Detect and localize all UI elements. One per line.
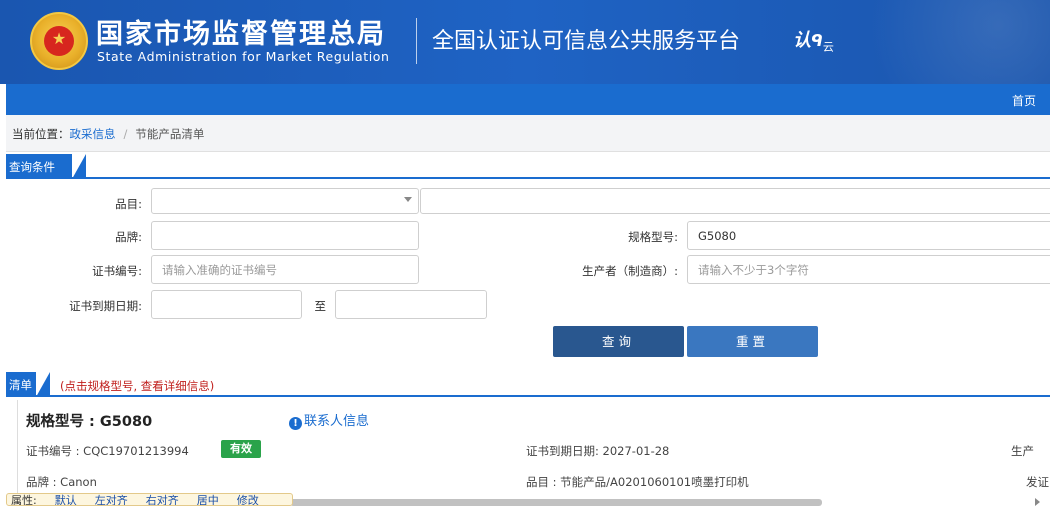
- breadcrumb-link-gov-procurement[interactable]: 政采信息: [70, 127, 116, 141]
- model-label: 规格型号:: [628, 230, 678, 244]
- scroll-right-icon[interactable]: [1035, 498, 1040, 506]
- brand-input[interactable]: [151, 221, 419, 250]
- reset-button[interactable]: 重置: [687, 326, 818, 357]
- toolbar-default[interactable]: 默认: [55, 494, 77, 505]
- org-name-en: State Administration for Market Regulati…: [97, 49, 390, 64]
- nav-bar: 首页: [6, 84, 1050, 115]
- cert-no-value: 证书编号 : CQC19701213994: [26, 444, 189, 458]
- info-icon: !: [289, 417, 302, 430]
- category-select[interactable]: [151, 188, 419, 214]
- list-section-header: 清单 (点击规格型号, 查看详细信息): [6, 372, 1050, 397]
- contact-info-link[interactable]: ! 联系人信息: [289, 410, 369, 430]
- expiry-from-input[interactable]: [151, 290, 302, 319]
- query-section-header: 查询条件: [6, 154, 1050, 179]
- status-badge: 有效: [221, 440, 261, 458]
- breadcrumb-current: 节能产品清单: [135, 127, 205, 141]
- toolbar-edit[interactable]: 修改: [237, 494, 259, 505]
- brand-value: 品牌 : Canon: [26, 475, 97, 489]
- cert-no-input[interactable]: [151, 255, 419, 284]
- list-section-note: (点击规格型号, 查看详细信息): [60, 379, 215, 393]
- producer-input[interactable]: [687, 255, 1050, 284]
- emblem-star-icon: ★: [51, 29, 67, 48]
- query-section-title: 查询条件: [6, 154, 86, 179]
- site-header: ★ 国家市场监督管理总局 State Administration for Ma…: [0, 0, 1050, 84]
- chevron-down-icon: [404, 197, 412, 202]
- platform-title: 全国认证认可信息公共服务平台: [432, 29, 741, 54]
- national-emblem-icon: ★: [30, 12, 88, 70]
- model-input[interactable]: [687, 221, 1050, 250]
- toolbar-center[interactable]: 居中: [197, 494, 219, 505]
- breadcrumb-prefix: 当前位置：: [12, 127, 70, 141]
- expiry-value: 证书到期日期: 2027-01-28: [526, 444, 670, 458]
- date-range-separator: 至: [314, 299, 327, 313]
- breadcrumb-separator: /: [123, 127, 128, 141]
- nav-home-link[interactable]: 首页: [1012, 92, 1036, 109]
- producer-label: 生产者（制造商）:: [582, 264, 678, 278]
- result-card: 规格型号 : G5080 ! 联系人信息 证书编号 : CQC1970121399…: [17, 400, 1050, 500]
- category-sub-select[interactable]: [420, 188, 1050, 214]
- query-button[interactable]: 查询: [553, 326, 684, 357]
- cert-no-label: 证书编号:: [92, 264, 142, 278]
- model-title-link[interactable]: 规格型号 : G5080: [26, 410, 152, 431]
- header-divider: [416, 18, 417, 64]
- attribute-toolbar: 属性: 默认 左对齐 右对齐 居中 修改: [6, 493, 293, 506]
- org-name-cn: 国家市场监督管理总局: [96, 19, 386, 50]
- platform-logo: 认ᑫ云: [793, 30, 834, 54]
- category-label: 品目:: [115, 197, 142, 211]
- breadcrumb: 当前位置：政采信息 / 节能产品清单: [6, 115, 1050, 152]
- issuer-truncated: 发证: [1026, 475, 1049, 489]
- toolbar-label: 属性:: [11, 494, 37, 506]
- expiry-label: 证书到期日期:: [69, 299, 142, 313]
- expiry-to-input[interactable]: [335, 290, 487, 319]
- brand-label: 品牌:: [115, 230, 142, 244]
- horizontal-scrollbar[interactable]: [290, 499, 822, 506]
- producer-truncated: 生产: [1011, 444, 1034, 458]
- list-section-title: 清单: [6, 372, 50, 397]
- toolbar-align-left[interactable]: 左对齐: [95, 494, 128, 505]
- category-value: 品目 : 节能产品/A0201060101喷墨打印机: [526, 475, 749, 489]
- toolbar-align-right[interactable]: 右对齐: [146, 494, 179, 505]
